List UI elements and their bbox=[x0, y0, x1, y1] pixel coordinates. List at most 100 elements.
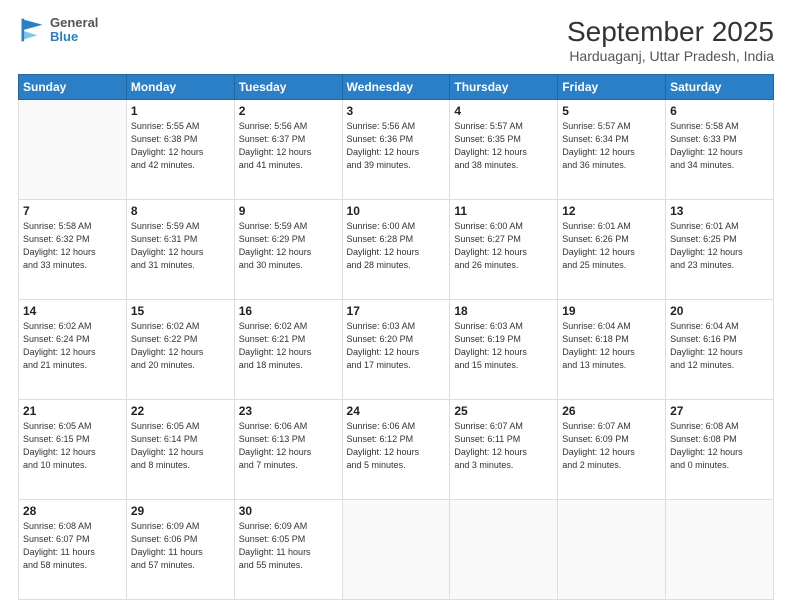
day-detail: Sunrise: 6:08 AMSunset: 6:08 PMDaylight:… bbox=[670, 420, 769, 472]
day-number: 20 bbox=[670, 304, 769, 318]
table-row: 30 Sunrise: 6:09 AMSunset: 6:05 PMDayligh… bbox=[234, 500, 342, 600]
table-row: 24 Sunrise: 6:06 AMSunset: 6:12 PMDayligh… bbox=[342, 400, 450, 500]
day-number: 27 bbox=[670, 404, 769, 418]
day-detail: Sunrise: 6:06 AMSunset: 6:13 PMDaylight:… bbox=[239, 420, 338, 472]
logo-icon bbox=[18, 16, 46, 44]
day-detail: Sunrise: 5:59 AMSunset: 6:29 PMDaylight:… bbox=[239, 220, 338, 272]
logo-line2: Blue bbox=[50, 30, 98, 44]
table-row: 27 Sunrise: 6:08 AMSunset: 6:08 PMDayligh… bbox=[666, 400, 774, 500]
col-friday: Friday bbox=[558, 75, 666, 100]
day-detail: Sunrise: 5:55 AMSunset: 6:38 PMDaylight:… bbox=[131, 120, 230, 172]
day-number: 8 bbox=[131, 204, 230, 218]
day-detail: Sunrise: 5:57 AMSunset: 6:35 PMDaylight:… bbox=[454, 120, 553, 172]
day-number: 6 bbox=[670, 104, 769, 118]
day-detail: Sunrise: 6:03 AMSunset: 6:20 PMDaylight:… bbox=[347, 320, 446, 372]
day-detail: Sunrise: 5:59 AMSunset: 6:31 PMDaylight:… bbox=[131, 220, 230, 272]
day-detail: Sunrise: 6:09 AMSunset: 6:05 PMDaylight:… bbox=[239, 520, 338, 572]
day-detail: Sunrise: 6:01 AMSunset: 6:25 PMDaylight:… bbox=[670, 220, 769, 272]
day-number: 29 bbox=[131, 504, 230, 518]
day-number: 1 bbox=[131, 104, 230, 118]
logo-text: General Blue bbox=[50, 16, 98, 45]
day-number: 23 bbox=[239, 404, 338, 418]
day-detail: Sunrise: 6:03 AMSunset: 6:19 PMDaylight:… bbox=[454, 320, 553, 372]
table-row bbox=[450, 500, 558, 600]
day-number: 18 bbox=[454, 304, 553, 318]
day-number: 24 bbox=[347, 404, 446, 418]
table-row: 21Sunrise: 6:05 AMSunset: 6:15 PMDayligh… bbox=[19, 400, 127, 500]
table-row bbox=[342, 500, 450, 600]
day-number: 10 bbox=[347, 204, 446, 218]
table-row: 14 Sunrise: 6:02 AMSunset: 6:24 PMDayligh… bbox=[19, 300, 127, 400]
calendar-header: Sunday Monday Tuesday Wednesday Thursday… bbox=[19, 75, 774, 100]
day-detail: Sunrise: 6:04 AMSunset: 6:16 PMDaylight:… bbox=[670, 320, 769, 372]
day-number: 30 bbox=[239, 504, 338, 518]
calendar-title: September 2025 bbox=[567, 16, 774, 48]
logo: General Blue bbox=[18, 16, 98, 45]
day-number: 19 bbox=[562, 304, 661, 318]
table-row: 4 Sunrise: 5:57 AMSunset: 6:35 PMDaylight… bbox=[450, 100, 558, 200]
title-block: September 2025 Harduaganj, Uttar Pradesh… bbox=[567, 16, 774, 64]
table-row: 11 Sunrise: 6:00 AMSunset: 6:27 PMDayligh… bbox=[450, 200, 558, 300]
table-row: 15 Sunrise: 6:02 AMSunset: 6:22 PMDayligh… bbox=[126, 300, 234, 400]
day-detail: Sunrise: 6:09 AMSunset: 6:06 PMDaylight:… bbox=[131, 520, 230, 572]
table-row: 23 Sunrise: 6:06 AMSunset: 6:13 PMDayligh… bbox=[234, 400, 342, 500]
weekday-row: Sunday Monday Tuesday Wednesday Thursday… bbox=[19, 75, 774, 100]
day-number: 5 bbox=[562, 104, 661, 118]
day-detail: Sunrise: 5:58 AMSunset: 6:32 PMDaylight:… bbox=[23, 220, 122, 272]
col-wednesday: Wednesday bbox=[342, 75, 450, 100]
day-detail: Sunrise: 6:01 AMSunset: 6:26 PMDaylight:… bbox=[562, 220, 661, 272]
table-row: 16 Sunrise: 6:02 AMSunset: 6:21 PMDayligh… bbox=[234, 300, 342, 400]
day-number: 14 bbox=[23, 304, 122, 318]
day-number: 17 bbox=[347, 304, 446, 318]
day-detail: Sunrise: 6:05 AMSunset: 6:14 PMDaylight:… bbox=[131, 420, 230, 472]
table-row: 19 Sunrise: 6:04 AMSunset: 6:18 PMDayligh… bbox=[558, 300, 666, 400]
day-detail: Sunrise: 6:07 AMSunset: 6:09 PMDaylight:… bbox=[562, 420, 661, 472]
calendar-body: 1 Sunrise: 5:55 AMSunset: 6:38 PMDaylight… bbox=[19, 100, 774, 600]
day-detail: Sunrise: 5:56 AMSunset: 6:36 PMDaylight:… bbox=[347, 120, 446, 172]
table-row: 17 Sunrise: 6:03 AMSunset: 6:20 PMDayligh… bbox=[342, 300, 450, 400]
day-number: 11 bbox=[454, 204, 553, 218]
day-detail: Sunrise: 5:56 AMSunset: 6:37 PMDaylight:… bbox=[239, 120, 338, 172]
day-number: 3 bbox=[347, 104, 446, 118]
day-number: 16 bbox=[239, 304, 338, 318]
table-row: 10Sunrise: 6:00 AMSunset: 6:28 PMDayligh… bbox=[342, 200, 450, 300]
day-detail: Sunrise: 5:57 AMSunset: 6:34 PMDaylight:… bbox=[562, 120, 661, 172]
col-saturday: Saturday bbox=[666, 75, 774, 100]
table-row: 20 Sunrise: 6:04 AMSunset: 6:16 PMDayligh… bbox=[666, 300, 774, 400]
page: General Blue September 2025 Harduaganj, … bbox=[0, 0, 792, 612]
day-number: 2 bbox=[239, 104, 338, 118]
calendar-subtitle: Harduaganj, Uttar Pradesh, India bbox=[567, 48, 774, 64]
table-row: 12 Sunrise: 6:01 AMSunset: 6:26 PMDayligh… bbox=[558, 200, 666, 300]
table-row bbox=[558, 500, 666, 600]
table-row: 6Sunrise: 5:58 AMSunset: 6:33 PMDaylight… bbox=[666, 100, 774, 200]
day-number: 22 bbox=[131, 404, 230, 418]
day-number: 4 bbox=[454, 104, 553, 118]
day-detail: Sunrise: 6:02 AMSunset: 6:21 PMDaylight:… bbox=[239, 320, 338, 372]
day-detail: Sunrise: 6:02 AMSunset: 6:24 PMDaylight:… bbox=[23, 320, 122, 372]
day-detail: Sunrise: 6:02 AMSunset: 6:22 PMDaylight:… bbox=[131, 320, 230, 372]
table-row bbox=[666, 500, 774, 600]
calendar-table: Sunday Monday Tuesday Wednesday Thursday… bbox=[18, 74, 774, 600]
col-tuesday: Tuesday bbox=[234, 75, 342, 100]
day-detail: Sunrise: 6:04 AMSunset: 6:18 PMDaylight:… bbox=[562, 320, 661, 372]
table-row: 5 Sunrise: 5:57 AMSunset: 6:34 PMDaylight… bbox=[558, 100, 666, 200]
day-detail: Sunrise: 6:06 AMSunset: 6:12 PMDaylight:… bbox=[347, 420, 446, 472]
table-row: 29 Sunrise: 6:09 AMSunset: 6:06 PMDayligh… bbox=[126, 500, 234, 600]
day-detail: Sunrise: 6:08 AMSunset: 6:07 PMDaylight:… bbox=[23, 520, 122, 572]
day-number: 12 bbox=[562, 204, 661, 218]
logo-line1: General bbox=[50, 16, 98, 30]
day-number: 21 bbox=[23, 404, 122, 418]
table-row: 2 Sunrise: 5:56 AMSunset: 6:37 PMDaylight… bbox=[234, 100, 342, 200]
day-number: 9 bbox=[239, 204, 338, 218]
table-row: 18 Sunrise: 6:03 AMSunset: 6:19 PMDayligh… bbox=[450, 300, 558, 400]
table-row: 28Sunrise: 6:08 AMSunset: 6:07 PMDayligh… bbox=[19, 500, 127, 600]
day-number: 7 bbox=[23, 204, 122, 218]
day-number: 15 bbox=[131, 304, 230, 318]
table-row: 22 Sunrise: 6:05 AMSunset: 6:14 PMDayligh… bbox=[126, 400, 234, 500]
day-detail: Sunrise: 6:00 AMSunset: 6:27 PMDaylight:… bbox=[454, 220, 553, 272]
day-number: 13 bbox=[670, 204, 769, 218]
table-row: 9 Sunrise: 5:59 AMSunset: 6:29 PMDaylight… bbox=[234, 200, 342, 300]
col-sunday: Sunday bbox=[19, 75, 127, 100]
table-row: 25Sunrise: 6:07 AMSunset: 6:11 PMDayligh… bbox=[450, 400, 558, 500]
table-row: 7 Sunrise: 5:58 AMSunset: 6:32 PMDaylight… bbox=[19, 200, 127, 300]
